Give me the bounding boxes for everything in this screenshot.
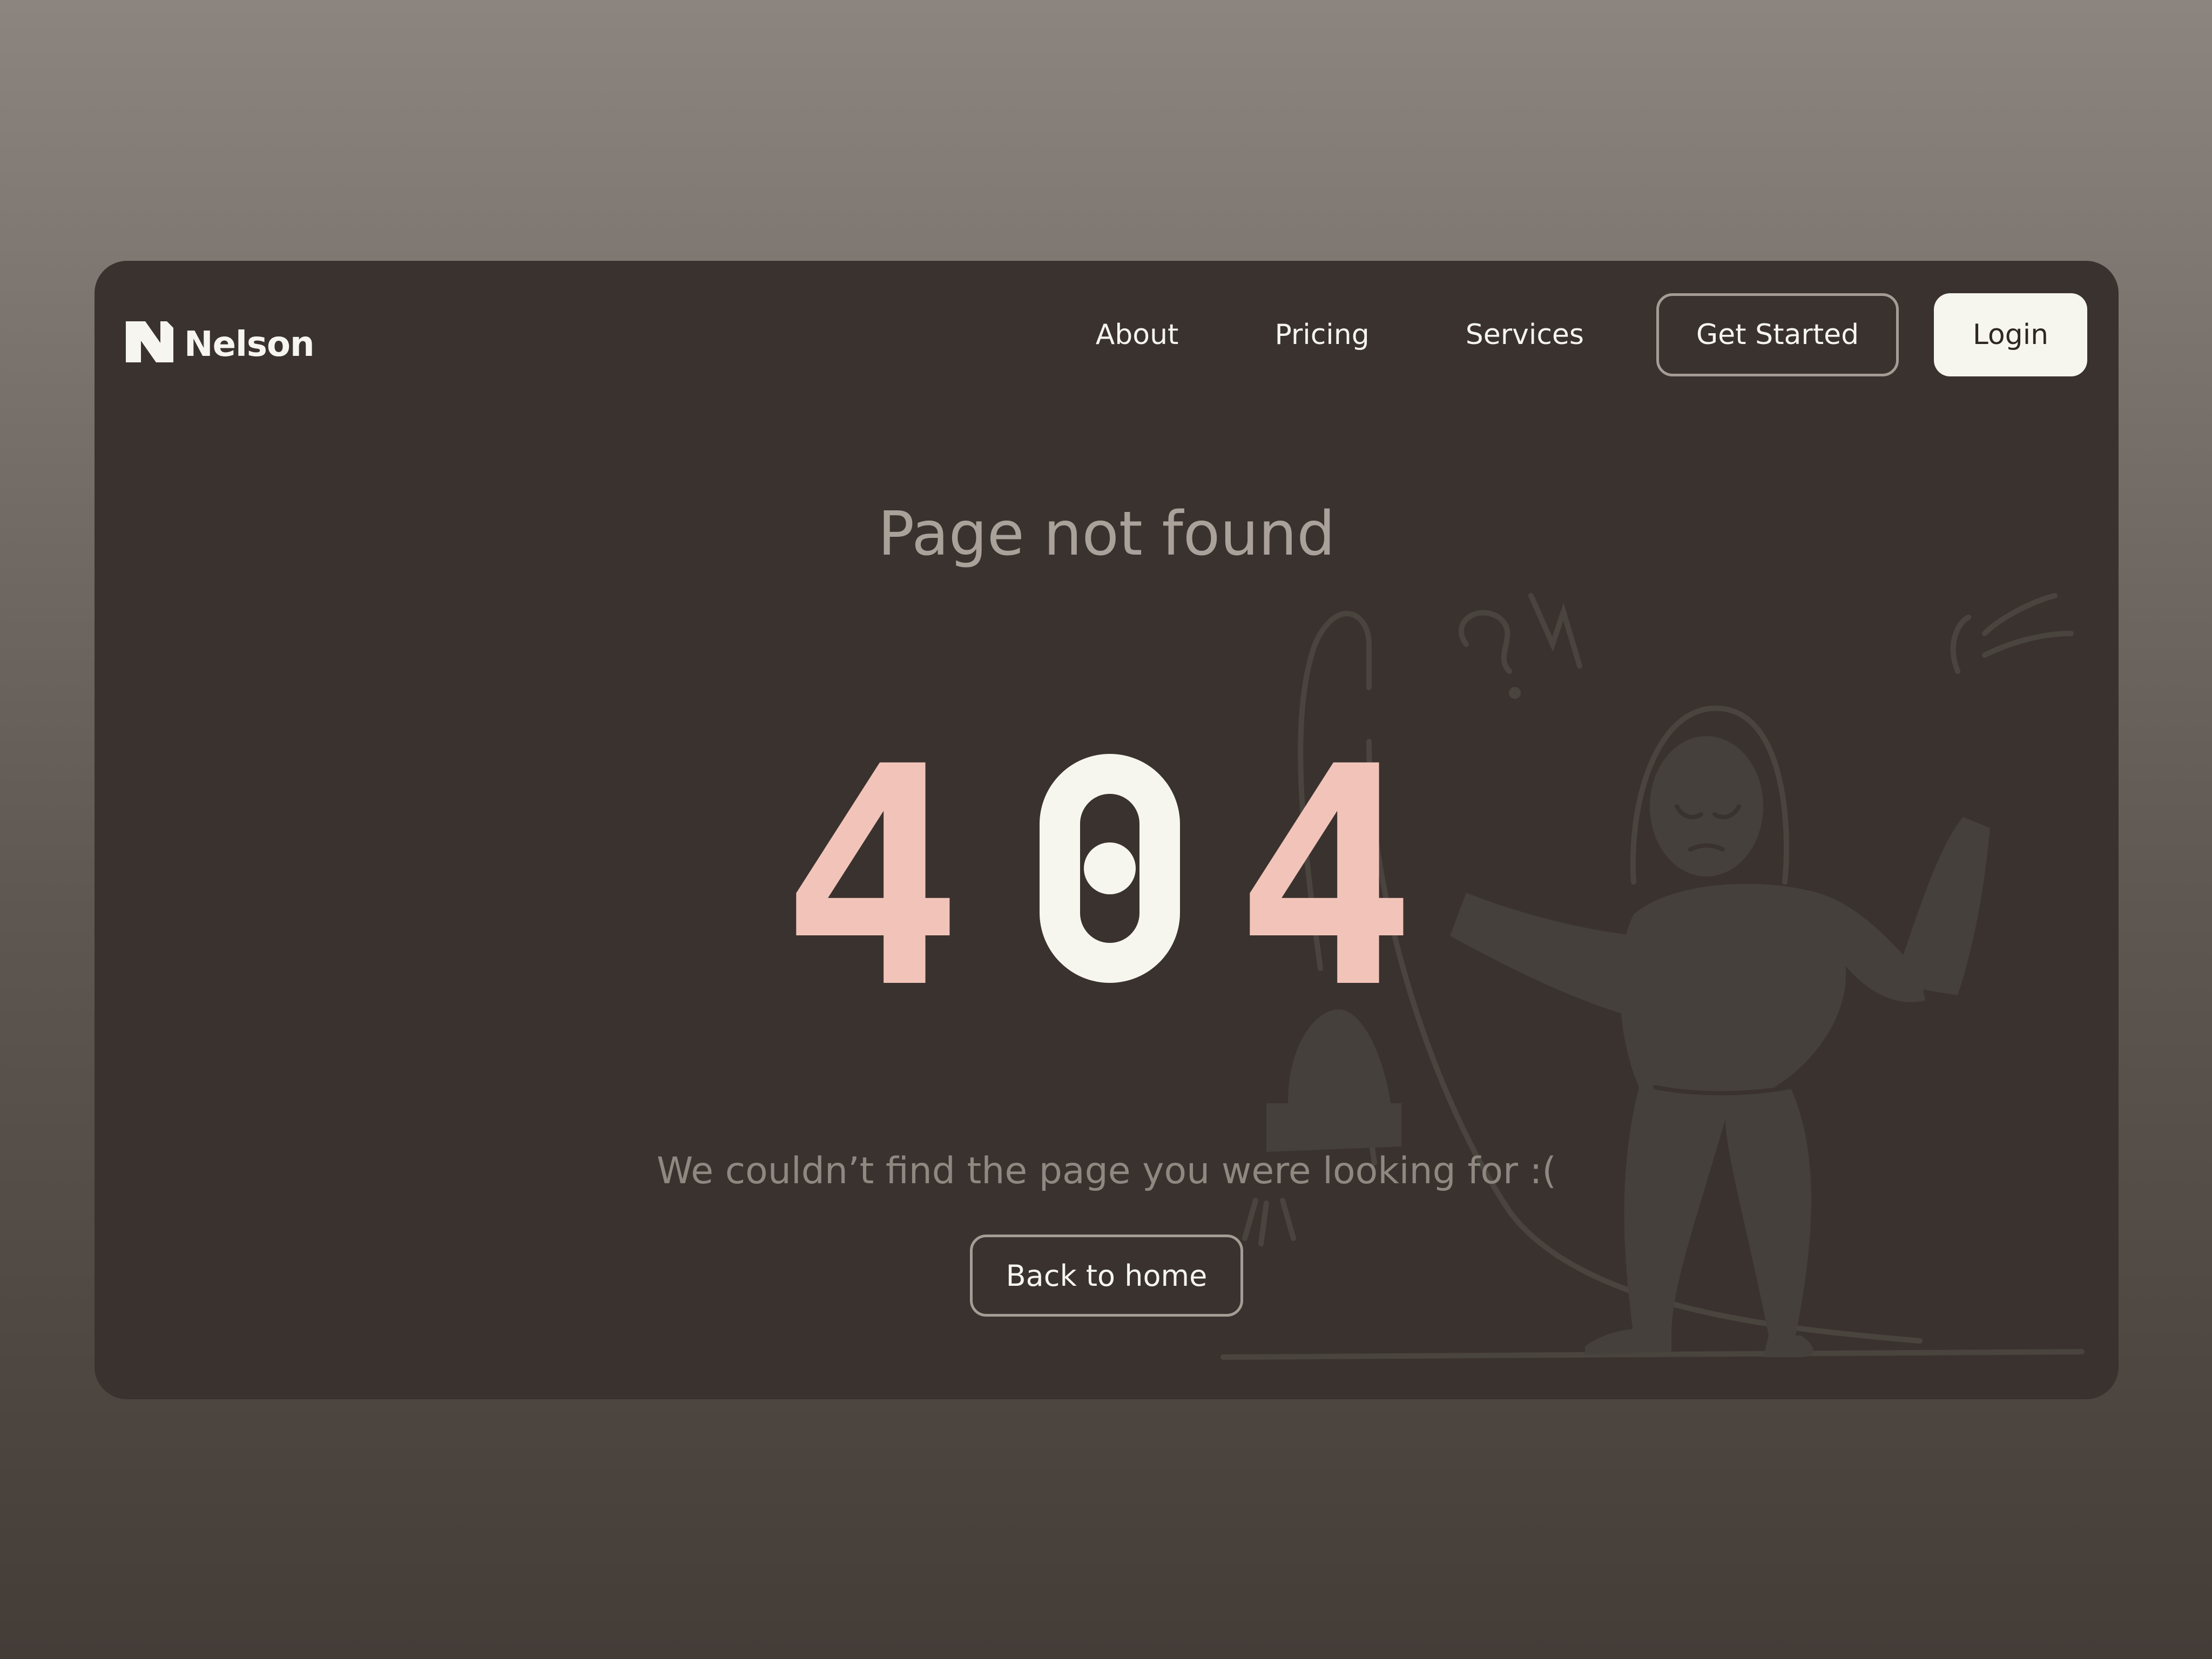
error-code-404: 4 4 0 [781,750,1417,987]
nav-link-about[interactable]: About [1096,319,1179,351]
error-digit-last: 4 [1235,750,1417,987]
back-to-home-button[interactable]: Back to home [970,1235,1243,1317]
error-message: We couldn’t find the page you were looki… [657,1150,1556,1192]
error-card: Nelson About Pricing Services Get Starte… [95,261,2119,1399]
nav-link-pricing[interactable]: Pricing [1274,319,1369,351]
brand-logo[interactable]: Nelson [126,315,315,369]
brand-name: Nelson [184,325,315,365]
top-nav: About Pricing Services Get Started Login [1096,293,2087,376]
page-title: Page not found [878,499,1336,569]
get-started-button[interactable]: Get Started [1656,293,1899,376]
error-digit-zero: 0 [1040,754,1180,983]
login-button[interactable]: Login [1934,293,2087,376]
error-digit-first: 4 [781,750,963,987]
n-logo-icon [126,321,173,362]
nav-link-services[interactable]: Services [1466,319,1584,351]
